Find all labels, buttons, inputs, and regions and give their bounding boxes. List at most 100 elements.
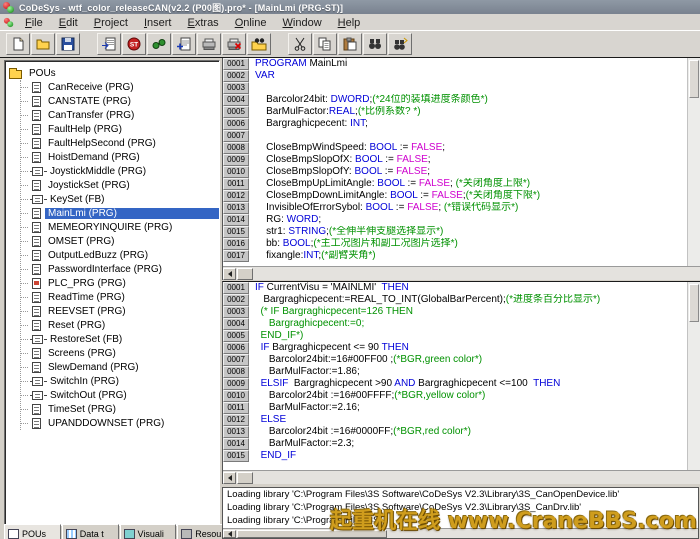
implementation-vertical-scrollbar[interactable]: [687, 282, 700, 471]
code-text[interactable]: IF CurrentVisu = 'MAINLMI' THEN: [249, 282, 700, 294]
code-text[interactable]: CloseBmpSlopOfY: BOOL := FALSE;: [249, 166, 700, 178]
save-button[interactable]: [56, 33, 80, 55]
tree-item-plc_prg[interactable]: PLC_PRG (PRG): [21, 276, 219, 290]
code-text[interactable]: END_IF*): [249, 330, 700, 342]
tree-item-memeoryinquire[interactable]: MEMEORYINQUIRE (PRG): [21, 220, 219, 234]
scroll-thumb[interactable]: [237, 268, 253, 280]
tree-item-cantransfer[interactable]: CanTransfer (PRG): [21, 108, 219, 122]
tree-item-mainlmi[interactable]: MainLmi (PRG): [21, 206, 219, 220]
open-button[interactable]: [31, 33, 55, 55]
find-next-button[interactable]: [388, 33, 412, 55]
code-text[interactable]: [249, 130, 700, 142]
scroll-left-button[interactable]: [223, 472, 236, 484]
tree-item-joystickset[interactable]: JoystickSet (PRG): [21, 178, 219, 192]
menu-help[interactable]: Help: [330, 16, 369, 30]
tab-pous[interactable]: POUs: [4, 524, 61, 539]
tree-item-passwordinterface[interactable]: PasswordInterface (PRG): [21, 262, 219, 276]
implementation-editor[interactable]: 0001IF CurrentVisu = 'MAINLMI' THEN0002 …: [222, 281, 700, 484]
tree-item-keyset[interactable]: KeySet (FB): [21, 192, 219, 206]
code-text[interactable]: BarMulFactor:=2.16;: [249, 402, 700, 414]
tree-item-switchin[interactable]: SwitchIn (PRG): [21, 374, 219, 388]
code-text[interactable]: str1: STRING;(*全伸半伸支腿选择显示*): [249, 226, 700, 238]
tab-visuali[interactable]: Visuali: [120, 524, 177, 539]
declaration-horizontal-scrollbar[interactable]: [223, 266, 700, 280]
code-text[interactable]: Barcolor24bit: DWORD;(*24位的装填进度条颜色*): [249, 94, 700, 106]
tree-item-reevset[interactable]: REEVSET (PRG): [21, 304, 219, 318]
code-text[interactable]: Barcolor24bit:=16#00FF00 ;(*BGR,green co…: [249, 354, 700, 366]
scroll-thumb[interactable]: [237, 472, 253, 484]
tree-item-joystickmiddle[interactable]: JoystickMiddle (PRG): [21, 164, 219, 178]
code-text[interactable]: [249, 82, 700, 94]
scroll-thumb[interactable]: [689, 60, 699, 98]
tree-item-faulthelpsecond[interactable]: FaultHelpSecond (PRG): [21, 136, 219, 150]
code-text[interactable]: bb: BOOL;(*主工况图片和副工况图片选择*): [249, 238, 700, 250]
code-text[interactable]: InvisibleOfErrorSybol: BOOL := FALSE; (*…: [249, 202, 700, 214]
scroll-thumb[interactable]: [689, 284, 699, 322]
declaration-editor[interactable]: 0001PROGRAM MainLmi0002VAR00030004 Barco…: [222, 58, 700, 280]
tree-item-screens[interactable]: Screens (PRG): [21, 346, 219, 360]
title-bar[interactable]: CoDeSys - wtf_color_releaseCAN(v2.2 (P00…: [0, 0, 700, 14]
code-text[interactable]: CloseBmpSlopOfX: BOOL := FALSE;: [249, 154, 700, 166]
menu-file[interactable]: File: [17, 16, 51, 30]
implementation-horizontal-scrollbar[interactable]: [223, 470, 700, 484]
new-button[interactable]: [6, 33, 30, 55]
code-text[interactable]: Bargraghicpecent:=REAL_TO_INT(GlobalBarP…: [249, 294, 700, 306]
tree-item-faulthelp[interactable]: FaultHelp (PRG): [21, 122, 219, 136]
tab-data-t[interactable]: Data t: [62, 524, 119, 539]
pou-root-folder[interactable]: POUs: [9, 66, 219, 80]
code-text[interactable]: ELSIF Bargraghicpecent >90 AND Bargraghi…: [249, 378, 700, 390]
code-text[interactable]: CloseBmpUpLimitAngle: BOOL := FALSE; (*关…: [249, 178, 700, 190]
library-manager-button[interactable]: [247, 33, 271, 55]
menu-edit[interactable]: Edit: [51, 16, 86, 30]
menu-extras[interactable]: Extras: [180, 16, 227, 30]
tree-item-omset[interactable]: OMSET (PRG): [21, 234, 219, 248]
mdi-child-icon[interactable]: [4, 17, 14, 26]
tree-item-slewdemand[interactable]: SlewDemand (PRG): [21, 360, 219, 374]
clean-button[interactable]: [222, 33, 246, 55]
tree-item-timeset[interactable]: TimeSet (PRG): [21, 402, 219, 416]
menu-window[interactable]: Window: [275, 16, 330, 30]
code-text[interactable]: CloseBmpWindSpeed: BOOL := FALSE;: [249, 142, 700, 154]
code-text[interactable]: END_IF: [249, 450, 700, 462]
tree-item-label: JoystickMiddle (PRG): [47, 166, 219, 177]
tree-item-hoistdemand[interactable]: HoistDemand (PRG): [21, 150, 219, 164]
add-pou-button[interactable]: [172, 33, 196, 55]
copy-button[interactable]: [313, 33, 337, 55]
menu-project[interactable]: Project: [86, 16, 136, 30]
code-text[interactable]: (* IF Bargraghicpecent=126 THEN: [249, 306, 700, 318]
tree-item-restoreset[interactable]: RestoreSet (FB): [21, 332, 219, 346]
build-button[interactable]: [197, 33, 221, 55]
menu-online[interactable]: Online: [227, 16, 275, 30]
code-text[interactable]: BarMulFactor:=2.3;: [249, 438, 700, 450]
tree-item-outputledbuzz[interactable]: OutputLedBuzz (PRG): [21, 248, 219, 262]
tree-item-canreceive[interactable]: CanReceive (PRG): [21, 80, 219, 94]
code-text[interactable]: RG: WORD;: [249, 214, 700, 226]
code-text[interactable]: PROGRAM MainLmi: [249, 58, 700, 70]
tree-item-reset[interactable]: Reset (PRG): [21, 318, 219, 332]
cut-button[interactable]: [288, 33, 312, 55]
watch-button[interactable]: [147, 33, 171, 55]
menu-insert[interactable]: Insert: [136, 16, 180, 30]
tree-item-switchout[interactable]: SwitchOut (PRG): [21, 388, 219, 402]
scroll-left-button[interactable]: [223, 530, 236, 538]
scroll-left-button[interactable]: [223, 268, 236, 280]
code-text[interactable]: CloseBmpDownLimitAngle: BOOL := FALSE;(*…: [249, 190, 700, 202]
code-text[interactable]: fixangle:INT;(*副臂夹角*): [249, 250, 700, 262]
declaration-vertical-scrollbar[interactable]: [687, 58, 700, 267]
pou-declarations-button[interactable]: [97, 33, 121, 55]
find-button[interactable]: [363, 33, 387, 55]
code-text[interactable]: BarMulFactor:REAL;(*比例系数? *): [249, 106, 700, 118]
code-text[interactable]: Barcolor24bit :=16#0000FF;(*BGR,red colo…: [249, 426, 700, 438]
tree-item-readtime[interactable]: ReadTime (PRG): [21, 290, 219, 304]
code-text[interactable]: IF Bargraghicpecent <= 90 THEN: [249, 342, 700, 354]
tree-item-upanddownset[interactable]: UPANDDOWNSET (PRG): [21, 416, 219, 430]
paste-button[interactable]: [338, 33, 362, 55]
code-text[interactable]: BarMulFactor:=1.86;: [249, 366, 700, 378]
code-text[interactable]: ELSE: [249, 414, 700, 426]
code-text[interactable]: Bargraghicpecent:=0;: [249, 318, 700, 330]
code-text[interactable]: Barcolor24bit :=16#00FFFF;(*BGR,yellow c…: [249, 390, 700, 402]
st-editor-button[interactable]: ST: [122, 33, 146, 55]
tree-item-canstate[interactable]: CANSTATE (PRG): [21, 94, 219, 108]
code-text[interactable]: Bargraghicpecent: INT;: [249, 118, 700, 130]
code-text[interactable]: VAR: [249, 70, 700, 82]
